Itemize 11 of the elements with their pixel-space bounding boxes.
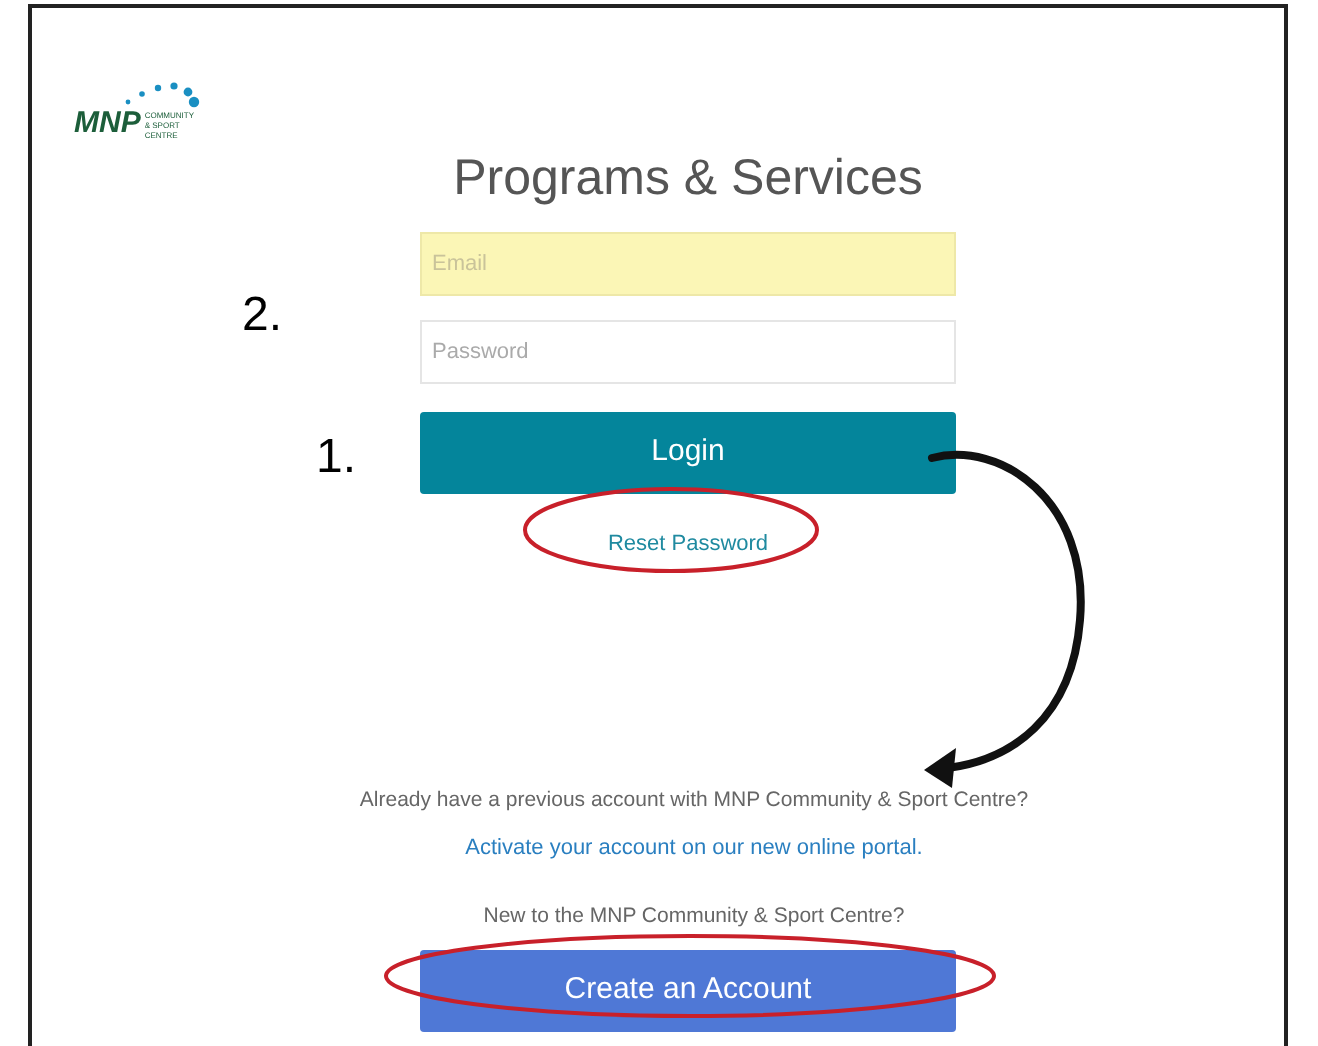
step-number: 2. <box>242 286 283 346</box>
logo-wordmark: MNP <box>74 108 141 140</box>
existing-account-text: Already have a previous account with MNP Community & Sport Centre? <box>359 785 1029 815</box>
step-number: 1. <box>316 428 357 488</box>
input-field[interactable]: Password <box>420 320 956 384</box>
page-title: Programs & Services <box>451 148 925 208</box>
new-account-text: New to the MNP Community & Sport Centre? <box>483 901 905 932</box>
create-account-button[interactable]: Create an Account <box>420 949 956 1031</box>
dots-icon <box>122 80 202 108</box>
login-button[interactable]: Login <box>420 412 956 494</box>
activate-account-link[interactable]: Activate your account on our new online portal. <box>465 832 923 866</box>
